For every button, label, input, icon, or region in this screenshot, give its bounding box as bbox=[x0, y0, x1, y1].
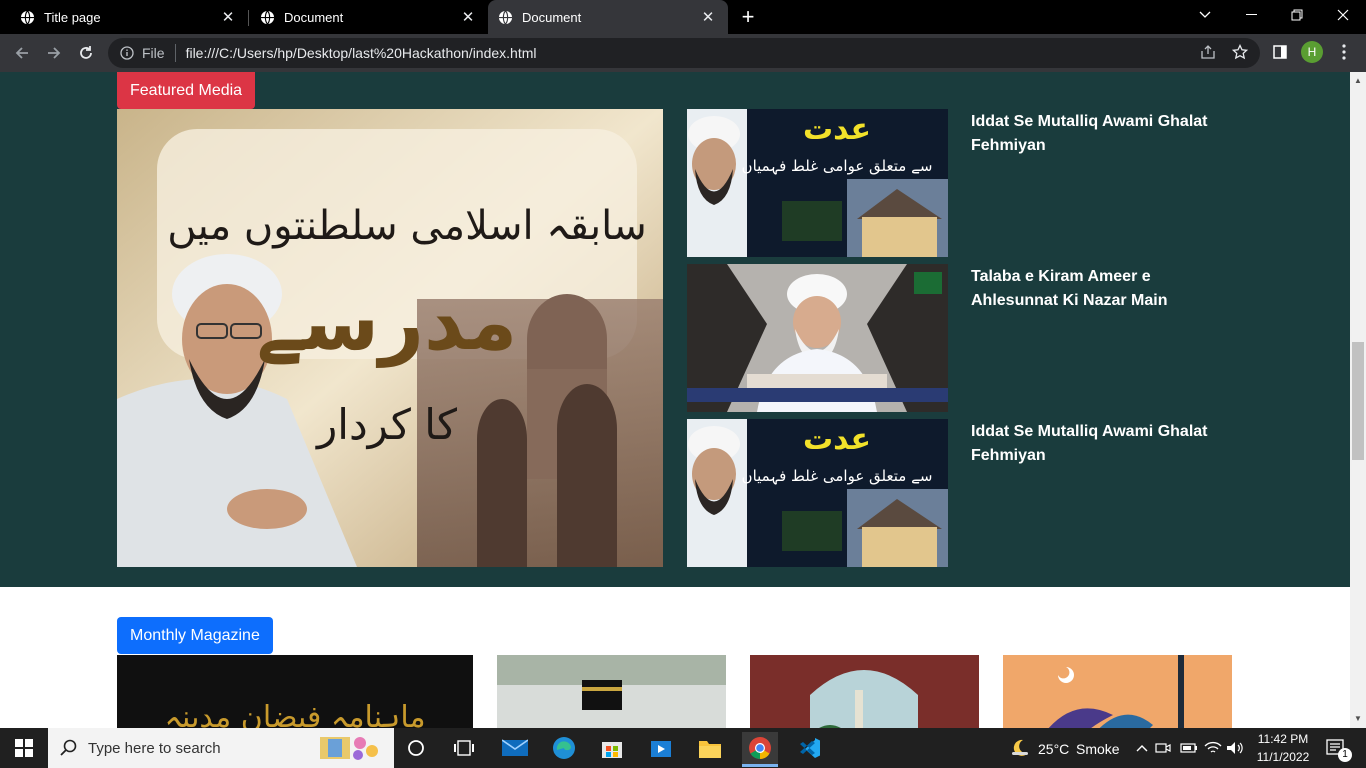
file-explorer-icon[interactable] bbox=[694, 732, 726, 764]
featured-media-section: Featured Media سابقہ اسلامی سلطنتوں میں … bbox=[0, 72, 1350, 587]
globe-icon bbox=[498, 10, 513, 24]
search-placeholder: Type here to search bbox=[88, 739, 221, 757]
svg-text:عدت: عدت bbox=[803, 422, 871, 457]
featured-item-title[interactable]: Talaba e Kiram Ameer e Ahlesunnat Ki Naz… bbox=[971, 265, 1241, 313]
tab-label: Title page bbox=[44, 9, 101, 25]
share-icon[interactable] bbox=[1196, 40, 1220, 64]
close-window-icon[interactable] bbox=[1320, 0, 1366, 30]
close-icon[interactable]: ✕ bbox=[700, 8, 716, 26]
scroll-up-icon[interactable]: ▲ bbox=[1354, 76, 1362, 85]
close-icon[interactable]: ✕ bbox=[220, 8, 236, 26]
bookmark-star-icon[interactable] bbox=[1228, 40, 1252, 64]
featured-item-thumbnail[interactable]: عدت سے متعلق عوامی غلط فہمیاں bbox=[687, 419, 948, 567]
new-tab-button[interactable]: + bbox=[736, 5, 760, 29]
battery-icon[interactable] bbox=[1176, 732, 1202, 764]
meet-now-icon[interactable] bbox=[1150, 732, 1176, 764]
close-icon[interactable]: ✕ bbox=[460, 8, 476, 26]
magazine-card[interactable]: ماہنامہ فیضانِ مدینہ bbox=[117, 655, 473, 728]
svg-text:عدت: عدت bbox=[803, 112, 871, 147]
page-scrollbar[interactable]: ▲ ▼ bbox=[1350, 72, 1366, 728]
tab-label: Document bbox=[522, 9, 582, 25]
featured-item-title[interactable]: Iddat Se Mutalliq Awami Ghalat Fehmiyan bbox=[971, 110, 1241, 158]
notification-count-badge: 1 bbox=[1338, 748, 1352, 762]
tab-strip: Title page ✕ Document ✕ Document ✕ + bbox=[0, 0, 1366, 34]
scroll-thumb[interactable] bbox=[1352, 342, 1364, 460]
scheme-label: File bbox=[142, 45, 165, 61]
system-clock[interactable]: 11:42 PM 11/1/2022 bbox=[1250, 730, 1316, 766]
tab-document-1[interactable]: Document ✕ bbox=[248, 0, 488, 34]
scroll-down-icon[interactable]: ▼ bbox=[1354, 714, 1362, 723]
weather-temp[interactable]: 25°C bbox=[1038, 741, 1069, 757]
svg-text:کا کردار: کا کردار bbox=[315, 400, 457, 449]
svg-text:سے متعلق عوامی غلط فہمیاں: سے متعلق عوامی غلط فہمیاں bbox=[742, 467, 933, 485]
svg-text:مدرسے: مدرسے bbox=[257, 278, 518, 368]
svg-text:سے متعلق عوامی غلط فہمیاں: سے متعلق عوامی غلط فہمیاں bbox=[742, 157, 933, 175]
mail-icon[interactable] bbox=[499, 732, 531, 764]
tab-search-icon[interactable] bbox=[1182, 0, 1228, 30]
active-app-indicator bbox=[742, 764, 778, 767]
search-icon bbox=[60, 739, 77, 756]
notification-center-icon[interactable]: 1 bbox=[1320, 732, 1352, 764]
globe-icon bbox=[260, 10, 275, 24]
taskbar-search-input[interactable]: Type here to search bbox=[48, 728, 394, 768]
globe-icon bbox=[20, 10, 35, 24]
movies-tv-icon[interactable] bbox=[645, 732, 677, 764]
monthly-magazine-badge: Monthly Magazine bbox=[117, 617, 273, 654]
menu-icon[interactable] bbox=[1332, 40, 1356, 64]
profile-avatar[interactable]: H bbox=[1301, 41, 1323, 63]
vscode-icon[interactable] bbox=[794, 732, 826, 764]
svg-text:سابقہ اسلامی سلطنتوں میں: سابقہ اسلامی سلطنتوں میں bbox=[167, 203, 647, 249]
windows-taskbar: Type here to search 25°C Smoke 11:42 PM … bbox=[0, 728, 1366, 768]
reload-icon[interactable] bbox=[72, 39, 100, 67]
svg-text:ماہنامہ فیضانِ مدینہ: ماہنامہ فیضانِ مدینہ bbox=[164, 700, 425, 728]
page-viewport: Featured Media سابقہ اسلامی سلطنتوں میں … bbox=[0, 72, 1350, 728]
chrome-icon[interactable] bbox=[742, 732, 778, 764]
tab-label: Document bbox=[284, 9, 344, 25]
weather-moon-icon[interactable] bbox=[1004, 732, 1036, 764]
tab-title-page[interactable]: Title page ✕ bbox=[0, 0, 248, 34]
featured-media-badge: Featured Media bbox=[117, 72, 256, 109]
microsoft-store-icon[interactable] bbox=[596, 732, 628, 764]
forward-icon[interactable] bbox=[40, 39, 68, 67]
featured-hero-image[interactable]: سابقہ اسلامی سلطنتوں میں مدرسے کا کردار bbox=[117, 109, 663, 567]
clock-date: 11/1/2022 bbox=[1256, 750, 1310, 764]
info-icon[interactable] bbox=[120, 46, 134, 60]
side-panel-icon[interactable] bbox=[1268, 40, 1292, 64]
search-highlight-icon bbox=[320, 737, 378, 760]
featured-item-thumbnail[interactable]: عدت سے متعلق عوامی غلط فہمیاں bbox=[687, 109, 948, 257]
clock-time: 11:42 PM bbox=[1257, 732, 1309, 746]
edge-browser-icon[interactable] bbox=[548, 732, 580, 764]
browser-toolbar: File file:///C:/Users/hp/Desktop/last%20… bbox=[0, 34, 1366, 72]
tab-document-2[interactable]: Document ✕ bbox=[488, 0, 728, 34]
task-view-cortana-icon[interactable] bbox=[400, 732, 432, 764]
omnibox-divider bbox=[174, 44, 176, 62]
volume-icon[interactable] bbox=[1222, 732, 1248, 764]
weather-condition[interactable]: Smoke bbox=[1076, 741, 1120, 757]
address-bar[interactable]: File file:///C:/Users/hp/Desktop/last%20… bbox=[108, 38, 1260, 68]
url-text[interactable]: file:///C:/Users/hp/Desktop/last%20Hacka… bbox=[186, 45, 537, 61]
magazine-card[interactable] bbox=[1003, 655, 1232, 728]
minimize-icon[interactable] bbox=[1228, 0, 1274, 30]
restore-icon[interactable] bbox=[1274, 0, 1320, 30]
back-icon[interactable] bbox=[8, 39, 36, 67]
featured-item-title[interactable]: Iddat Se Mutalliq Awami Ghalat Fehmiyan bbox=[971, 420, 1241, 468]
task-view-icon[interactable] bbox=[448, 732, 480, 764]
windows-start-icon[interactable] bbox=[8, 732, 40, 764]
magazine-card[interactable] bbox=[750, 655, 979, 728]
featured-item-thumbnail[interactable] bbox=[687, 264, 948, 412]
magazine-card[interactable] bbox=[497, 655, 726, 728]
